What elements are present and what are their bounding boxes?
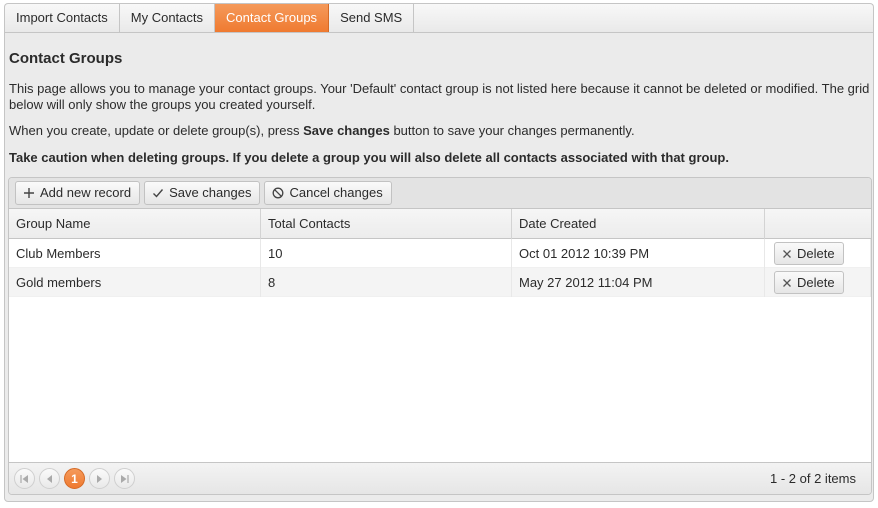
groups-grid: Add new record Save changes Cancel chang… xyxy=(8,177,872,495)
save-instructions-bold: Save changes xyxy=(303,123,390,138)
page-title: Contact Groups xyxy=(9,50,123,67)
cell-actions: Delete xyxy=(765,239,871,268)
cell-group-name[interactable]: Gold members xyxy=(9,268,261,297)
cancel-changes-label: Cancel changes xyxy=(289,185,383,200)
cell-date-created[interactable]: May 27 2012 11:04 PM xyxy=(512,268,765,297)
delete-button[interactable]: Delete xyxy=(774,242,844,265)
column-header-actions xyxy=(765,209,871,239)
add-new-record-label: Add new record xyxy=(40,185,132,200)
column-header-total-contacts[interactable]: Total Contacts xyxy=(261,209,512,239)
grid-header: Group Name Total Contacts Date Created xyxy=(9,209,871,239)
cell-total-contacts[interactable]: 10 xyxy=(261,239,512,268)
tab-contact-groups[interactable]: Contact Groups xyxy=(215,4,330,32)
grid-toolbar: Add new record Save changes Cancel chang… xyxy=(9,178,871,209)
first-page-icon xyxy=(20,474,28,483)
next-page-icon xyxy=(97,474,102,483)
first-page-button[interactable] xyxy=(14,468,35,489)
save-changes-label: Save changes xyxy=(169,185,252,200)
cell-total-contacts[interactable]: 8 xyxy=(261,268,512,297)
content-panel: Contact Groups This page allows you to m… xyxy=(4,32,874,502)
tab-my-contacts[interactable]: My Contacts xyxy=(120,4,216,32)
delete-warning: Take caution when deleting groups. If yo… xyxy=(9,150,729,165)
save-instructions-after: button to save your changes permanently. xyxy=(389,123,635,138)
cell-date-created[interactable]: Oct 01 2012 10:39 PM xyxy=(512,239,765,268)
last-page-icon xyxy=(121,474,129,483)
tab-send-sms[interactable]: Send SMS xyxy=(329,4,415,32)
column-header-date-created[interactable]: Date Created xyxy=(512,209,765,239)
table-row[interactable]: Gold members 8 May 27 2012 11:04 PM Dele… xyxy=(9,268,871,297)
plus-icon xyxy=(24,188,34,198)
close-icon xyxy=(783,278,791,287)
delete-label: Delete xyxy=(797,246,835,261)
table-row[interactable]: Club Members 10 Oct 01 2012 10:39 PM Del… xyxy=(9,239,871,268)
save-instructions: When you create, update or delete group(… xyxy=(9,123,871,139)
save-changes-button[interactable]: Save changes xyxy=(144,181,261,205)
next-page-button[interactable] xyxy=(89,468,110,489)
prev-page-icon xyxy=(47,474,52,483)
cancel-icon xyxy=(273,187,284,199)
cell-group-name[interactable]: Club Members xyxy=(9,239,261,268)
tab-import-contacts[interactable]: Import Contacts xyxy=(5,4,120,32)
save-instructions-before: When you create, update or delete group(… xyxy=(9,123,304,138)
prev-page-button[interactable] xyxy=(39,468,60,489)
delete-button[interactable]: Delete xyxy=(774,271,844,294)
intro-text: This page allows you to manage your cont… xyxy=(9,81,870,112)
current-page-button[interactable]: 1 xyxy=(64,468,85,489)
check-icon xyxy=(153,189,164,198)
grid-pager: 1 1 - 2 of 2 items xyxy=(9,462,871,494)
tab-bar: Import Contacts My Contacts Contact Grou… xyxy=(4,3,874,32)
add-new-record-button[interactable]: Add new record xyxy=(15,181,141,205)
cell-actions: Delete xyxy=(765,268,871,297)
last-page-button[interactable] xyxy=(114,468,135,489)
close-icon xyxy=(783,249,791,258)
cancel-changes-button[interactable]: Cancel changes xyxy=(264,181,392,205)
pager-info: 1 - 2 of 2 items xyxy=(770,471,856,486)
column-header-group-name[interactable]: Group Name xyxy=(9,209,261,239)
delete-label: Delete xyxy=(797,275,835,290)
